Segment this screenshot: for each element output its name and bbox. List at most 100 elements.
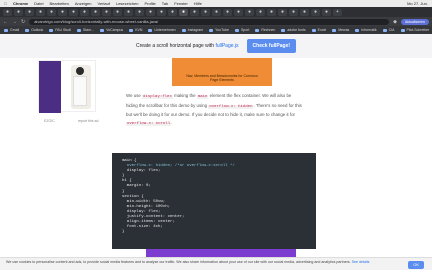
bookmark-item[interactable]: Unternehmen	[148, 28, 176, 32]
bookmark-item[interactable]: Excel	[311, 28, 326, 32]
bookmark-item[interactable]: Rechnen	[255, 28, 275, 32]
menu-item-tab[interactable]: Tab	[162, 1, 168, 6]
bookmark-item[interactable]: CIA	[382, 28, 395, 32]
bookmark-icon	[76, 28, 81, 32]
browser-tabbar: ● ● ● ● ● ● ● ● ● ● ● ● ● ● ● ● ● ● ● ● …	[0, 7, 432, 17]
tab[interactable]: ●	[311, 8, 320, 16]
cookie-text: We use cookies to personalise content an…	[6, 260, 351, 264]
tab[interactable]: ●	[25, 8, 34, 16]
bookmark-icon	[400, 28, 405, 32]
bookmark-item[interactable]: FAU Studi	[49, 28, 71, 32]
tab[interactable]: ●	[3, 8, 12, 16]
bookmark-item[interactable]: Stam...	[76, 28, 94, 32]
cookie-ok-button[interactable]: OK	[408, 261, 424, 270]
bookmark-icon	[129, 28, 134, 32]
tab[interactable]: ●	[124, 8, 133, 16]
code-block: main { overflow-x: hidden; /*or overflow…	[112, 153, 316, 249]
tab[interactable]: ●	[135, 8, 144, 16]
report-ad-link[interactable]: report this ad	[78, 119, 98, 123]
bookmark-icon	[25, 28, 30, 32]
bookmark-item[interactable]: Instagram	[181, 28, 203, 32]
tab-active[interactable]: ●	[179, 8, 188, 16]
menu-item-profile[interactable]: Profile	[144, 1, 155, 6]
tab[interactable]: ●	[322, 8, 331, 16]
check-fullpage-button[interactable]: Check fullPage!	[246, 39, 297, 53]
bookmark-item[interactable]: YouTube	[209, 28, 229, 32]
apple-icon[interactable]: 	[4, 1, 7, 6]
tab[interactable]: ●	[14, 8, 23, 16]
address-bar: ← → ↻ alvarotrigo.com/blog/scroll-horizo…	[0, 17, 432, 26]
ad-background	[39, 61, 61, 113]
tab[interactable]: ●	[58, 8, 67, 16]
bookmark-icon	[148, 28, 153, 32]
tab[interactable]: ●	[91, 8, 100, 16]
tab[interactable]: ●	[102, 8, 111, 16]
bookmark-icon	[4, 28, 8, 32]
bookmark-item[interactable]: Outlook	[25, 28, 43, 32]
hero-image: Nav, Members and Breadcrumbs for Common …	[172, 58, 272, 86]
bookmark-item[interactable]: Sport	[234, 28, 249, 32]
tab[interactable]: ●	[80, 8, 89, 16]
ezoic-label[interactable]: EZOIC	[44, 119, 55, 123]
tab[interactable]: ●	[212, 8, 221, 16]
menubar-clock: Mo 27. Jun.	[407, 1, 428, 6]
bookmark-icon	[281, 28, 286, 32]
extensions-icon[interactable]: ◆	[393, 19, 397, 25]
menu-item-fenster[interactable]: Fenster	[174, 1, 188, 6]
url-input[interactable]: alvarotrigo.com/blog/scroll-horizontally…	[29, 18, 390, 25]
tab[interactable]: ●	[36, 8, 45, 16]
forward-icon[interactable]: →	[12, 19, 17, 25]
bookmark-item[interactable]: VoCampus	[100, 28, 123, 32]
tab[interactable]: ●	[256, 8, 265, 16]
bookmark-icon	[49, 28, 54, 32]
bookmark-icon	[209, 28, 214, 32]
new-tab-button[interactable]: +	[333, 8, 342, 16]
bookmark-item[interactable]: KVN	[129, 28, 142, 32]
menu-item-bearbeiten[interactable]: Bearbeiten	[49, 1, 68, 6]
tab[interactable]: ●	[278, 8, 287, 16]
tab[interactable]: ●	[146, 8, 155, 16]
reload-icon[interactable]: ↻	[21, 19, 25, 25]
code-line: }	[122, 230, 125, 235]
inline-code: overflow-x: hidden	[208, 104, 254, 109]
bookmark-icon	[311, 28, 316, 32]
tab[interactable]: ●	[223, 8, 232, 16]
promo-text: Create a scroll horizontal page with ful…	[135, 43, 239, 49]
tab[interactable]: ●	[47, 8, 56, 16]
menu-item-datei[interactable]: Datei	[34, 1, 43, 6]
bookmark-item[interactable]: adobe fonts	[281, 28, 306, 32]
bookmarks-bar: Gmail Outlook FAU Studi Stam... VoCampus…	[0, 26, 432, 34]
tab[interactable]: ●	[113, 8, 122, 16]
sidebar-ad[interactable]	[38, 60, 96, 113]
menu-item-verlauf[interactable]: Verlauf	[98, 1, 110, 6]
tab[interactable]: ●	[168, 8, 177, 16]
tab[interactable]: ●	[201, 8, 210, 16]
update-button[interactable]: Aktualisieren	[400, 18, 429, 25]
bookmark-item[interactable]: Pilot.Schreiber	[400, 28, 429, 32]
ad-person-shirt	[73, 76, 87, 106]
tab[interactable]: ●	[289, 8, 298, 16]
tab[interactable]: ●	[300, 8, 309, 16]
tab[interactable]: ●	[267, 8, 276, 16]
see-details-link[interactable]: See details	[352, 260, 370, 264]
hero-caption: Nav, Members and Breadcrumbs for Common …	[186, 74, 258, 82]
inline-code: overflow-x: scroll	[126, 121, 172, 126]
app-menu[interactable]: Chrome	[13, 1, 28, 6]
tab[interactable]: ●	[157, 8, 166, 16]
fullpage-link[interactable]: fullPage.js	[215, 43, 238, 49]
menu-item-anzeigen[interactable]: Anzeigen	[75, 1, 92, 6]
bookmark-icon	[234, 28, 239, 32]
back-icon[interactable]: ←	[3, 19, 8, 25]
bookmark-item[interactable]: Gmail	[4, 28, 19, 32]
ad-person-head	[76, 67, 84, 75]
menu-item-lesezeichen[interactable]: Lesezeichen	[116, 1, 138, 6]
tab[interactable]: ●	[190, 8, 199, 16]
bookmark-icon	[100, 28, 105, 32]
tab[interactable]: ●	[245, 8, 254, 16]
bookmark-item[interactable]: Informatik	[355, 28, 377, 32]
bookmark-icon	[332, 28, 337, 32]
tab[interactable]: ●	[234, 8, 243, 16]
bookmark-item[interactable]: Mewas	[332, 28, 349, 32]
tab[interactable]: ●	[69, 8, 78, 16]
menu-item-hilfe[interactable]: Hilfe	[194, 1, 202, 6]
